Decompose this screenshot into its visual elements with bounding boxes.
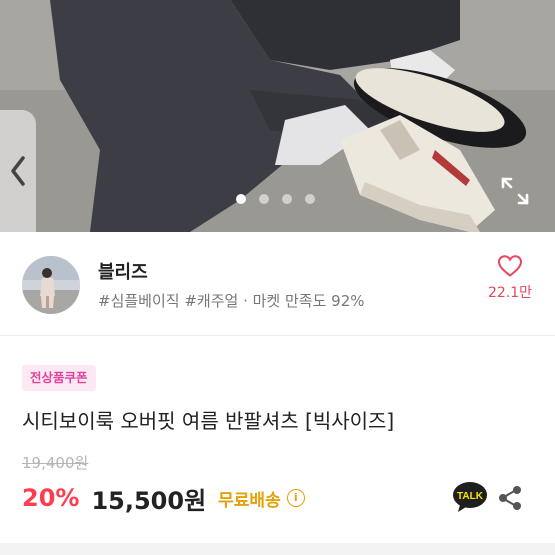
slide-indicator [236, 194, 315, 204]
info-icon[interactable]: i [286, 489, 305, 507]
discount-rate: 20% [22, 484, 80, 512]
like-button[interactable]: 22.1만 [478, 254, 542, 302]
coupon-badge[interactable]: 전상품쿠폰 [22, 365, 96, 391]
chevron-left-icon [11, 156, 25, 186]
talk-button[interactable]: TALK [452, 481, 488, 513]
slide-dot[interactable] [282, 194, 292, 204]
heart-outline-icon [497, 255, 523, 277]
share-button[interactable] [496, 484, 524, 512]
slide-dot[interactable] [259, 194, 269, 204]
section-divider [0, 543, 555, 555]
price-row: 20% 15,500원 무료배송 i [22, 481, 305, 515]
like-count: 22.1만 [487, 285, 533, 301]
slide-dot[interactable] [236, 194, 246, 204]
original-price: 19,400원 [22, 454, 89, 472]
product-image[interactable] [0, 0, 555, 232]
slide-dot[interactable] [305, 194, 315, 204]
sale-price: 15,500원 [91, 486, 207, 515]
shop-name[interactable]: 블리즈 [98, 258, 148, 284]
expand-image-button[interactable] [500, 176, 530, 206]
talk-bubble-icon: TALK [453, 482, 487, 512]
expand-icon [501, 177, 529, 205]
previous-image-button[interactable] [0, 110, 36, 232]
seller-section[interactable]: 블리즈 #심플베이직 #캐주얼 · 마켓 만족도 92% 22.1만 [0, 232, 555, 336]
share-icon [499, 486, 521, 510]
avatar[interactable] [22, 256, 80, 314]
product-title: 시티보이룩 오버핏 여름 반팔셔츠 [빅사이즈] [22, 409, 395, 433]
free-shipping-label[interactable]: 무료배송 [218, 486, 281, 511]
shop-tags: #심플베이직 #캐주얼 · 마켓 만족도 92% [98, 292, 365, 310]
talk-label: TALK [457, 491, 484, 502]
seller-photo [22, 256, 80, 314]
